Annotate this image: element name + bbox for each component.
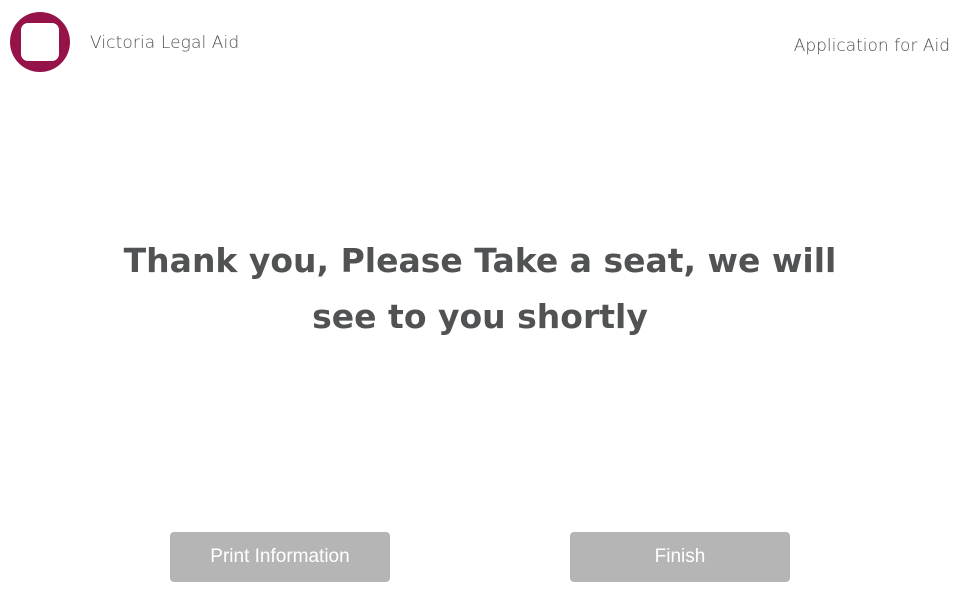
vla-logo (10, 12, 70, 72)
page: Victoria Legal Aid Application for Aid T… (0, 0, 960, 600)
print-information-button[interactable]: Print Information (170, 532, 390, 582)
finish-button[interactable]: Finish (570, 532, 790, 582)
app-title: Application for Aid (793, 36, 950, 56)
header: Victoria Legal Aid Application for Aid (0, 0, 960, 90)
org-name: Victoria Legal Aid (90, 33, 240, 53)
thank-you-message: Thank you, Please Take a seat, we will s… (123, 241, 837, 336)
logo-square-icon (21, 23, 59, 61)
